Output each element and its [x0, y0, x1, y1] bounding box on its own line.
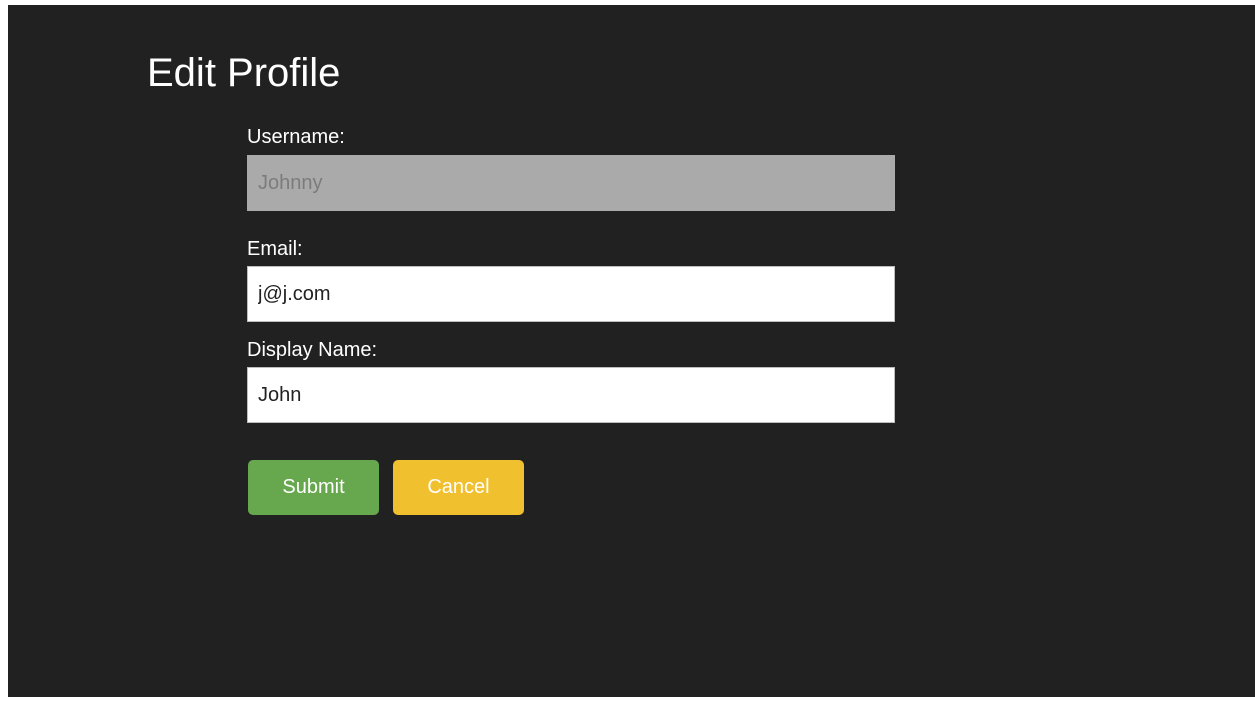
- app-screen: Edit Profile Username: Email: Display Na…: [8, 5, 1255, 697]
- display-name-field[interactable]: [247, 367, 895, 423]
- username-label: Username:: [247, 126, 345, 148]
- email-label: Email:: [247, 238, 303, 260]
- cancel-button[interactable]: Cancel: [393, 460, 524, 515]
- display-name-label: Display Name:: [247, 339, 378, 361]
- username-field: [247, 155, 895, 211]
- page-title: Edit Profile: [147, 51, 341, 95]
- email-field[interactable]: [247, 266, 895, 322]
- submit-button[interactable]: Submit: [248, 460, 379, 515]
